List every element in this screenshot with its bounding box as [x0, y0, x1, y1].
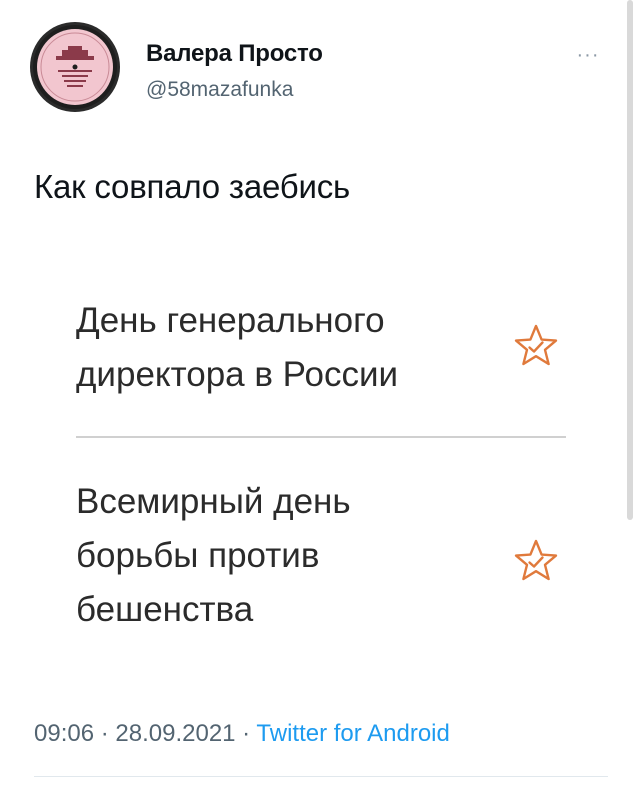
star-check-icon — [514, 324, 558, 366]
vinyl-record-label-icon — [33, 25, 117, 109]
scrollbar[interactable] — [627, 0, 633, 520]
meta-separator: · — [94, 720, 116, 747]
meta-separator: · — [235, 720, 257, 747]
tweet-source-link[interactable]: Twitter for Android — [256, 720, 449, 747]
author-display-name[interactable]: Валера Просто — [146, 40, 323, 68]
avatar[interactable] — [30, 22, 120, 112]
divider — [34, 776, 608, 777]
tweet-date[interactable]: 28.09.2021 — [115, 720, 235, 747]
star-check-icon — [514, 539, 558, 581]
tweet-meta: 09:06 · 28.09.2021 · Twitter for Android — [34, 720, 450, 748]
more-icon[interactable]: ··· — [568, 40, 608, 70]
holiday-title: Всемирный день борьбы против бешенства — [76, 482, 351, 629]
divider — [76, 436, 566, 438]
author-handle[interactable]: @58mazafunka — [146, 78, 293, 102]
tweet-text: Как совпало заебись — [34, 168, 351, 205]
tweet-detail: Валера Просто @58mazafunka ··· Как совпа… — [0, 0, 640, 786]
holiday-title: День генерального директора в России — [76, 301, 399, 394]
tweet-time[interactable]: 09:06 — [34, 720, 94, 747]
